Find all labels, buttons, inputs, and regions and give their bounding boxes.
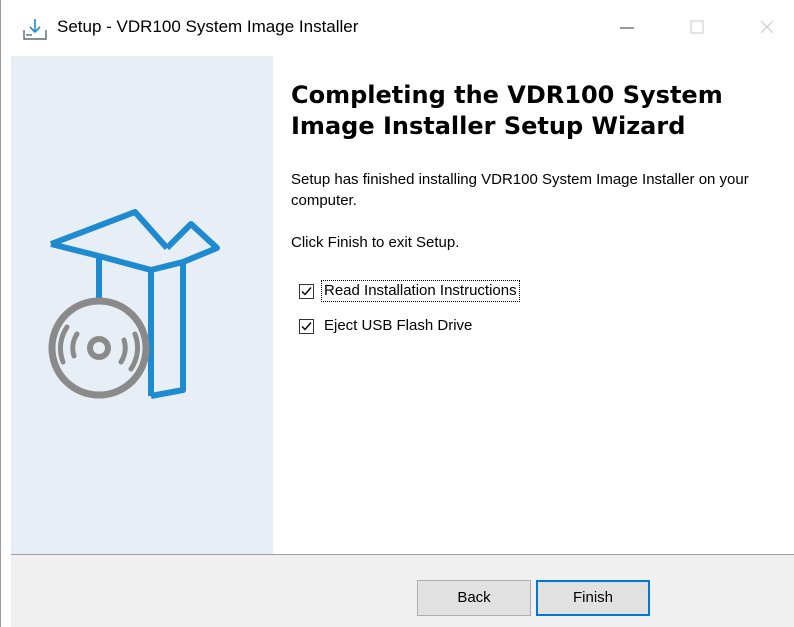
software-box-disc-icon bbox=[41, 206, 241, 411]
finish-button[interactable]: Finish bbox=[536, 580, 650, 616]
checkbox-box[interactable] bbox=[299, 283, 314, 299]
wizard-side-panel bbox=[11, 56, 273, 554]
window-title: Setup - VDR100 System Image Installer bbox=[57, 17, 359, 36]
read-instructions-label[interactable]: Read Installation Instructions bbox=[321, 280, 520, 302]
eject-usb-label[interactable]: Eject USB Flash Drive bbox=[322, 316, 474, 336]
minimize-button[interactable] bbox=[597, 0, 657, 56]
read-instructions-checkbox[interactable]: Read Installation Instructions bbox=[299, 280, 520, 302]
title-bar[interactable]: Setup - VDR100 System Image Installer bbox=[1, 0, 794, 56]
checkbox-box[interactable] bbox=[299, 318, 314, 334]
maximize-button[interactable] bbox=[667, 0, 727, 56]
finished-message: Setup has finished installing VDR100 Sys… bbox=[291, 171, 749, 209]
exit-instruction: Click Finish to exit Setup. bbox=[291, 234, 460, 251]
wizard-footer: Back Finish bbox=[11, 555, 794, 627]
close-button[interactable] bbox=[737, 0, 794, 56]
back-button[interactable]: Back bbox=[417, 580, 531, 616]
eject-usb-checkbox[interactable]: Eject USB Flash Drive bbox=[299, 315, 474, 337]
setup-wizard-window: Setup - VDR100 System Image Installer Co… bbox=[0, 0, 794, 627]
page-title: Completing the VDR100 System Image Insta… bbox=[291, 81, 723, 140]
setup-installer-icon bbox=[23, 18, 47, 40]
wizard-content: Completing the VDR100 System Image Insta… bbox=[273, 56, 794, 554]
